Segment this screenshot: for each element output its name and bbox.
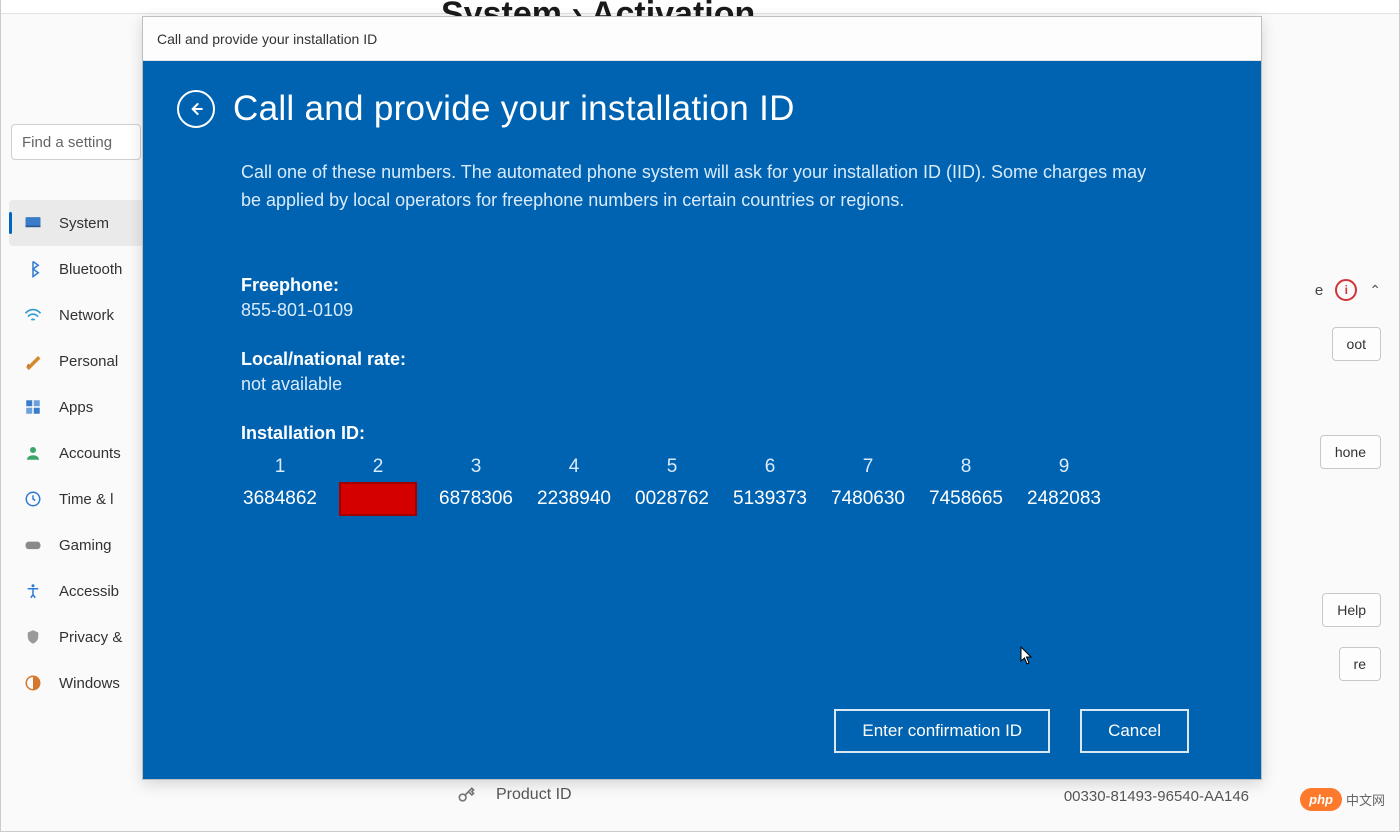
time-l-icon bbox=[23, 489, 43, 509]
dialog-description: Call one of these numbers. The automated… bbox=[241, 159, 1167, 215]
iid-value-cell: 6878306 bbox=[437, 488, 515, 516]
sidebar-item-label: Network bbox=[59, 307, 114, 324]
sidebar-item-label: Bluetooth bbox=[59, 261, 122, 278]
back-button[interactable] bbox=[177, 90, 215, 128]
chevron-up-icon: ⌃ bbox=[1369, 282, 1381, 299]
iid-values-row: 3684862 6878306 2238940 0028762 5139373 74806… bbox=[241, 488, 1167, 516]
privacy--icon bbox=[23, 627, 43, 647]
freephone-label: Freephone: bbox=[241, 275, 1167, 296]
personal-icon bbox=[23, 351, 43, 371]
activation-panel-partial: e i ⌃ oot hone Help re bbox=[1251, 270, 1381, 684]
bluetooth-icon bbox=[23, 259, 43, 279]
dialog-window-title: Call and provide your installation ID bbox=[157, 31, 377, 47]
system-icon bbox=[23, 213, 43, 233]
iid-value-cell: 2482083 bbox=[1025, 488, 1103, 516]
info-icon: i bbox=[1335, 279, 1357, 301]
iid-header-cell: 9 bbox=[1025, 456, 1103, 478]
store-button[interactable]: re bbox=[1339, 647, 1381, 681]
sidebar-item-label: Time & l bbox=[59, 491, 113, 508]
enter-confirmation-id-button[interactable]: Enter confirmation ID bbox=[834, 709, 1050, 753]
gaming-icon bbox=[23, 535, 43, 555]
mouse-cursor-icon bbox=[1020, 646, 1034, 666]
arrow-left-icon bbox=[186, 99, 206, 119]
iid-header-cell: 5 bbox=[633, 456, 711, 478]
installation-id-block: Installation ID: bbox=[241, 423, 1167, 444]
iid-header-cell: 3 bbox=[437, 456, 515, 478]
freephone-value: 855-801-0109 bbox=[241, 300, 1167, 321]
sidebar-item-label: System bbox=[59, 215, 109, 232]
national-rate-value: not available bbox=[241, 374, 1167, 395]
iid-value-cell: 2238940 bbox=[535, 488, 613, 516]
installation-id-label: Installation ID: bbox=[241, 423, 1167, 444]
accessib-icon bbox=[23, 581, 43, 601]
activation-state-row[interactable]: e i ⌃ bbox=[1251, 270, 1381, 310]
iid-value-cell: 7480630 bbox=[829, 488, 907, 516]
iid-value-cell: 0028762 bbox=[633, 488, 711, 516]
freephone-block: Freephone: 855-801-0109 bbox=[241, 275, 1167, 321]
iid-header-cell: 8 bbox=[927, 456, 1005, 478]
troubleshoot-button[interactable]: oot bbox=[1332, 327, 1381, 361]
iid-value-cell: 7458665 bbox=[927, 488, 1005, 516]
iid-header-cell: 7 bbox=[829, 456, 907, 478]
dialog-title: Call and provide your installation ID bbox=[233, 89, 795, 129]
watermark-badge: php bbox=[1300, 788, 1342, 811]
sidebar-item-label: Privacy & bbox=[59, 629, 122, 646]
search-placeholder: Find a setting bbox=[22, 134, 112, 151]
iid-header-cell: 4 bbox=[535, 456, 613, 478]
iid-header-cell: 6 bbox=[731, 456, 809, 478]
dialog-titlebar[interactable]: Call and provide your installation ID bbox=[143, 17, 1261, 61]
sidebar-item-label: Apps bbox=[59, 399, 93, 416]
get-help-button[interactable]: Help bbox=[1322, 593, 1381, 627]
network-icon bbox=[23, 305, 43, 325]
sidebar-item-label: Gaming bbox=[59, 537, 112, 554]
iid-value-redacted bbox=[339, 488, 417, 516]
installation-id-grid: 123456789 3684862 6878306 2238940 0028762 51… bbox=[241, 456, 1167, 516]
cancel-button[interactable]: Cancel bbox=[1080, 709, 1189, 753]
watermark-text: 中文网 bbox=[1346, 790, 1385, 809]
activate-by-phone-button[interactable]: hone bbox=[1320, 435, 1381, 469]
apps-icon bbox=[23, 397, 43, 417]
product-id-value: 00330-81493-96540-AA146 bbox=[1064, 788, 1249, 805]
dialog-body: Call and provide your installation ID Ca… bbox=[143, 61, 1261, 779]
dialog-button-row: Enter confirmation ID Cancel bbox=[834, 709, 1189, 753]
sidebar-item-label: Accounts bbox=[59, 445, 121, 462]
sidebar-item-label: Windows bbox=[59, 675, 120, 692]
national-rate-label: Local/national rate: bbox=[241, 349, 1167, 370]
national-rate-block: Local/national rate: not available bbox=[241, 349, 1167, 395]
iid-header-cell: 2 bbox=[339, 456, 417, 478]
watermark: php 中文网 bbox=[1300, 788, 1385, 811]
sidebar-item-label: Personal bbox=[59, 353, 118, 370]
iid-header-cell: 1 bbox=[241, 456, 319, 478]
activation-dialog: Call and provide your installation ID Ca… bbox=[142, 16, 1262, 780]
accounts-icon bbox=[23, 443, 43, 463]
windows-icon bbox=[23, 673, 43, 693]
search-input[interactable]: Find a setting bbox=[11, 124, 141, 160]
iid-value-cell: 3684862 bbox=[241, 488, 319, 516]
state-text: e bbox=[1315, 282, 1323, 299]
sidebar-item-label: Accessib bbox=[59, 583, 119, 600]
iid-value-cell: 5139373 bbox=[731, 488, 809, 516]
product-id-label: Product ID bbox=[496, 786, 572, 804]
redaction-box bbox=[339, 482, 417, 516]
key-icon bbox=[456, 785, 476, 805]
